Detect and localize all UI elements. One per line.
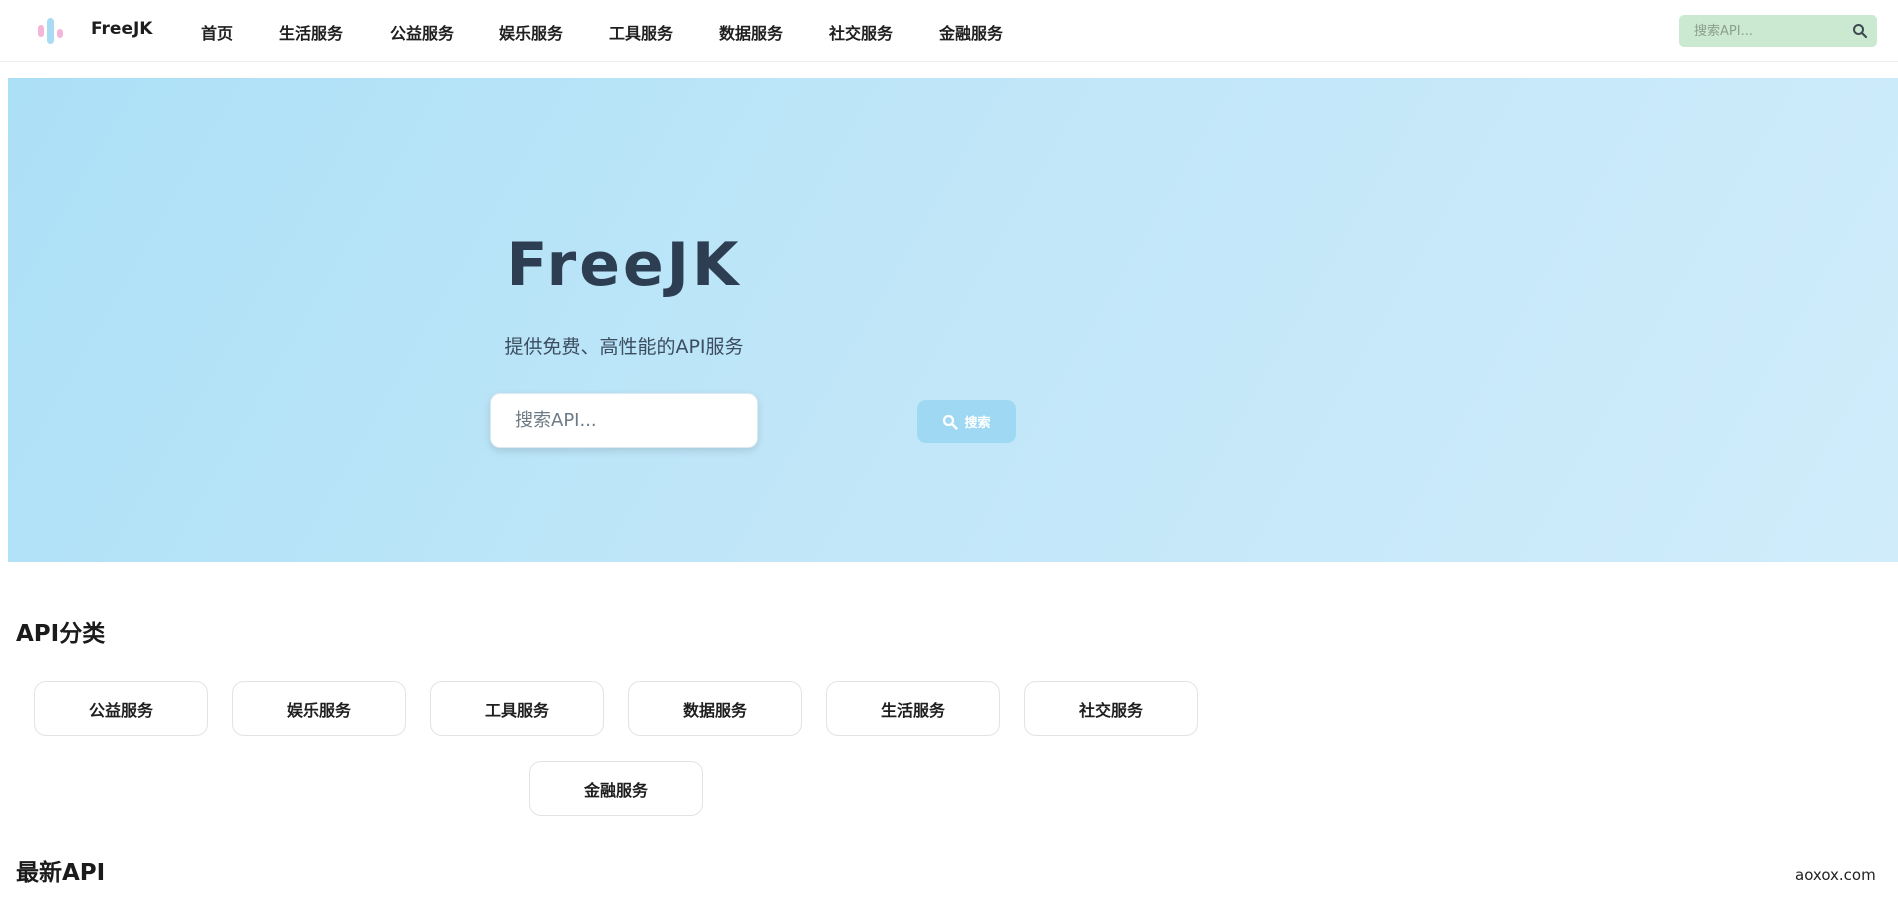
latest-api-title: 最新API [16,860,106,886]
nav-item-entertainment[interactable]: 娱乐服务 [499,20,563,44]
hero-search-button-label: 搜索 [964,416,991,431]
top-navbar: FreeJK 首页 生活服务 公益服务 娱乐服务 工具服务 数据服务 社交服务 … [0,0,1898,62]
logo-text[interactable]: FreeJK [91,19,152,39]
nav-item-charity[interactable]: 公益服务 [390,20,454,44]
hero-banner: FreeJK 提供免费、高性能的API服务 搜索 [8,78,1898,562]
category-charity-button[interactable]: 公益服务 [34,681,208,736]
hero-subtitle: 提供免费、高性能的API服务 [504,336,744,358]
logo-icon[interactable] [36,16,68,46]
nav-item-tools[interactable]: 工具服务 [609,20,673,44]
category-life-button[interactable]: 生活服务 [826,681,1000,736]
category-data-button[interactable]: 数据服务 [628,681,802,736]
search-icon[interactable] [1852,23,1868,39]
category-social-button[interactable]: 社交服务 [1024,681,1198,736]
hero-search-button[interactable]: 搜索 [917,400,1016,443]
category-entertainment-button[interactable]: 娱乐服务 [232,681,406,736]
nav-search-input[interactable] [1679,15,1849,47]
category-finance-button[interactable]: 金融服务 [529,761,703,816]
nav-search-box [1679,15,1877,47]
nav-item-finance[interactable]: 金融服务 [939,20,1003,44]
nav-item-home[interactable]: 首页 [201,20,233,44]
nav-item-social[interactable]: 社交服务 [829,20,893,44]
categories-title: API分类 [16,621,106,647]
category-tools-button[interactable]: 工具服务 [430,681,604,736]
nav-item-life[interactable]: 生活服务 [279,20,343,44]
nav-item-data[interactable]: 数据服务 [719,20,783,44]
watermark-text: aoxox.com [1795,866,1876,884]
hero-title: FreeJK [506,230,742,300]
hero-search-input[interactable] [490,393,758,448]
search-icon [943,414,959,430]
